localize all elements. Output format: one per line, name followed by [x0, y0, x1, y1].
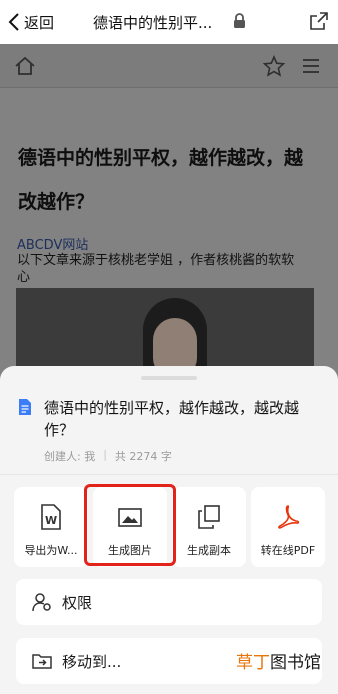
watermark-part2: 图书馆 [270, 653, 321, 673]
convert-pdf-label: 转在线PDF [260, 544, 316, 557]
star-icon[interactable] [263, 55, 285, 77]
chevron-left-icon [8, 13, 19, 31]
document-icon [19, 399, 31, 415]
folder-move-icon [32, 654, 52, 669]
page-title: 德语中的性别平... [93, 14, 213, 32]
make-copy-label: 生成副本 [187, 544, 231, 557]
meta-separator: | [103, 448, 107, 461]
permissions-label: 权限 [62, 593, 93, 612]
highlight-box [84, 484, 176, 566]
export-word-label: 导出为W... [24, 544, 78, 557]
article-source: 以下文章来源于核桃老学姐 ，作者核桃酱的软软心 [17, 253, 295, 285]
share-icon[interactable] [309, 11, 329, 31]
site-link[interactable]: ABCDV网站 [17, 234, 88, 253]
lock-icon [234, 13, 245, 28]
creator-label: 创建人: 我 [44, 450, 96, 463]
back-label: 返回 [24, 13, 55, 32]
article-photo [16, 288, 314, 378]
article-title: 德语中的性别平权，越作越改，越改越作？ [18, 147, 304, 213]
menu-icon[interactable] [302, 58, 320, 74]
bottom-sheet: 德语中的性别平权，越作越改，越改越作？ 创建人: 我 | 共 2274 字 W … [0, 366, 338, 694]
user-settings-icon [32, 593, 51, 612]
home-icon[interactable] [14, 56, 36, 76]
svg-text:W: W [45, 514, 57, 527]
watermark: 草丁 图书馆 [236, 648, 321, 673]
divider [0, 474, 338, 475]
back-button[interactable]: 返回 [0, 0, 54, 44]
convert-pdf-button[interactable]: 转在线PDF [251, 487, 325, 567]
word-file-icon: W [41, 504, 61, 530]
page-toolbar [0, 44, 338, 88]
watermark-part1: 草丁 [236, 653, 270, 673]
copy-icon [198, 505, 220, 529]
drag-handle[interactable] [141, 376, 197, 380]
move-to-label: 移动到... [62, 652, 122, 671]
pdf-icon [278, 505, 300, 529]
export-word-button[interactable]: W 导出为W... [14, 487, 88, 567]
document-meta: 创建人: 我 | 共 2274 字 [44, 448, 172, 464]
permissions-row[interactable]: 权限 [16, 579, 322, 625]
document-title: 德语中的性别平权，越作越改，越改越作？ [44, 399, 300, 439]
top-nav-bar: 返回 德语中的性别平... [0, 0, 338, 44]
word-count: 共 2274 字 [114, 450, 172, 463]
make-copy-button[interactable]: 生成副本 [172, 487, 246, 567]
